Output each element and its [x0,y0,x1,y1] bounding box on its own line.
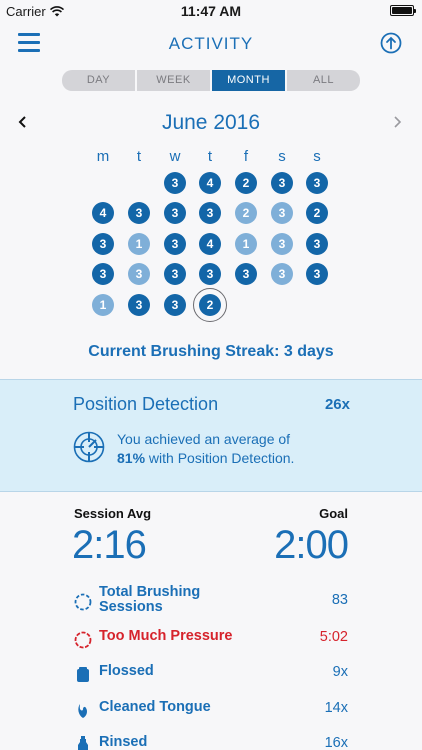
battery-icon [390,5,416,16]
stat-value: 9x [332,664,348,680]
page-title: ACTIVITY [168,34,254,53]
stat-rinsed[interactable]: Rinsed 16x [74,732,348,750]
calendar-day[interactable]: 3 [271,263,293,285]
calendar-day[interactable]: 3 [199,263,221,285]
weekday-label: s [278,148,286,165]
calendar-day[interactable]: 3 [306,172,328,194]
brushing-streak: Current Brushing Streak: 3 days [88,343,334,360]
tongue-icon [78,704,87,718]
calendar-day[interactable]: 1 [128,233,150,255]
tab-week[interactable]: WEEK [137,70,210,91]
weekday-label: s [313,148,321,165]
stat-label: Rinsed [99,734,148,750]
position-detection-count: 26x [324,396,350,413]
stat-value: 5:02 [319,629,348,645]
calendar-day[interactable]: 3 [164,294,186,316]
month-navigation: June 2016 [0,108,422,138]
calendar-day[interactable]: 3 [164,172,186,194]
weekday-label: m [96,148,110,165]
calendar-day[interactable]: 3 [164,202,186,224]
stat-cleaned-tongue[interactable]: Cleaned Tongue 14x [74,698,348,728]
floss-icon [77,667,89,682]
tab-day[interactable]: DAY [62,70,135,91]
calendar-day[interactable]: 1 [235,233,257,255]
calendar-day[interactable]: 3 [128,202,150,224]
session-avg-label: Session Avg [74,506,152,521]
message-after: with Position Detection. [148,450,295,466]
calendar-day[interactable]: 3 [92,233,114,255]
calendar-day[interactable]: 3 [271,233,293,255]
stat-value: 14x [324,700,348,716]
calendar-day[interactable]: 3 [92,263,114,285]
stat-label: Total Brushing Sessions [99,585,239,615]
position-detection-title: Position Detection [73,394,219,414]
nav-bar: ACTIVITY [0,22,422,66]
weekday-label: w [169,148,181,165]
target-icon [73,431,105,463]
calendar-day[interactable]: 1 [92,294,114,316]
stat-label-text: Total Brushing Sessions [99,584,201,615]
period-segmented-control: DAY WEEK MONTH ALL [62,70,360,91]
status-bar: Carrier 11:47 AM [0,0,422,22]
stat-flossed[interactable]: Flossed 9x [74,662,348,692]
upload-arrow-icon[interactable] [380,32,402,54]
pressure-circle-icon [74,631,92,649]
stat-total-sessions[interactable]: Total Brushing Sessions 83 [74,585,348,615]
status-time: 11:47 AM [180,3,242,19]
average-percent: 81% [117,450,146,466]
calendar-day[interactable]: 4 [199,172,221,194]
calendar-day[interactable]: 3 [306,233,328,255]
weekday-label: f [243,148,249,165]
dashed-circle-icon [74,593,92,611]
goal-value: 2:00 [274,523,349,567]
calendar-day[interactable]: 4 [92,202,114,224]
stat-too-much-pressure[interactable]: Too Much Pressure 5:02 [74,627,348,657]
message-before: You achieved an average of [117,431,291,447]
calendar-day-today[interactable]: 2 [193,288,227,322]
position-detection-panel: Position Detection 26x You achieved an a… [0,379,422,492]
weekday-header: mtwtfss [87,148,335,168]
weekday-label: t [136,148,142,165]
stat-value: 83 [331,592,348,608]
calendar-day[interactable]: 4 [199,233,221,255]
calendar-day[interactable]: 3 [271,172,293,194]
calendar-day[interactable]: 3 [128,263,150,285]
tab-all[interactable]: ALL [287,70,360,91]
session-avg-value: 2:16 [72,523,147,567]
calendar-day[interactable]: 3 [199,202,221,224]
stat-label: Too Much Pressure [99,628,233,644]
stat-value: 16x [324,735,348,750]
weekday-label: t [207,148,213,165]
goal-label: Goal [319,506,348,521]
stat-label: Cleaned Tongue [99,699,211,715]
calendar-day[interactable]: 3 [164,233,186,255]
calendar-day[interactable]: 2 [306,202,328,224]
calendar-day[interactable]: 3 [235,263,257,285]
calendar-day[interactable]: 3 [271,202,293,224]
calendar-day[interactable]: 3 [128,294,150,316]
chevron-right-icon[interactable] [390,114,404,130]
calendar-day[interactable]: 3 [306,263,328,285]
tab-month[interactable]: MONTH [212,70,285,91]
position-detection-message: You achieved an average of 81% with Posi… [117,430,357,468]
month-title: June 2016 [161,111,261,134]
rinse-bottle-icon [78,736,88,750]
stat-label: Flossed [99,663,154,679]
calendar-day[interactable]: 3 [164,263,186,285]
calendar-day[interactable]: 2 [235,172,257,194]
calendar-day[interactable]: 2 [235,202,257,224]
